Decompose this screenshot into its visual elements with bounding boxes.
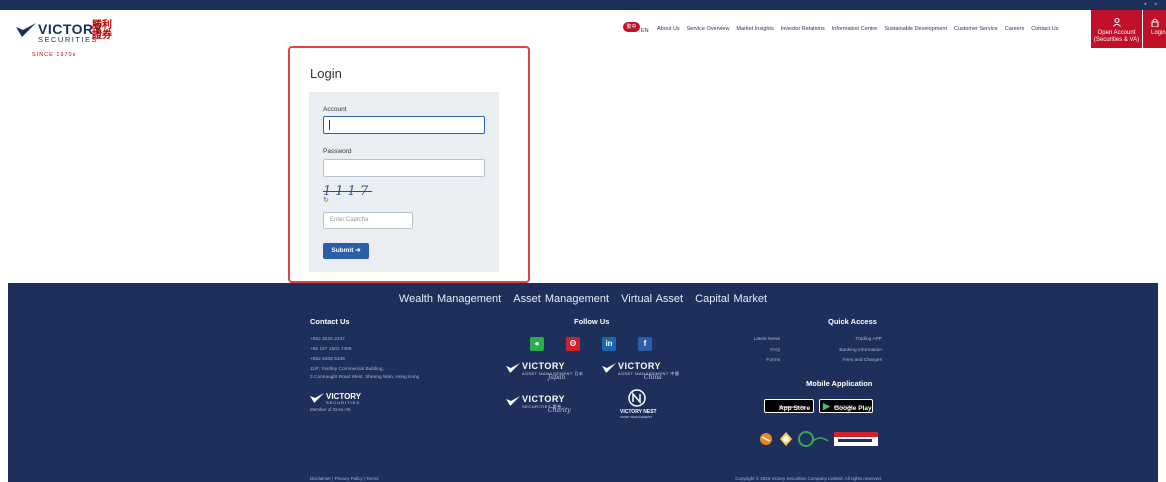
logo-mark-icon [506, 363, 520, 373]
brand-charity[interactable]: VICTORY SECURITIES 證券 Charity [506, 394, 592, 416]
account-input[interactable] [323, 116, 485, 134]
login-label: Login [1151, 30, 1166, 36]
brand-charity-script: Charity [548, 407, 571, 414]
logo-mark-icon [506, 396, 520, 406]
password-input[interactable] [323, 159, 485, 177]
language-label[interactable]: EN [641, 28, 649, 34]
logo-since: SINCE 1970s [32, 52, 77, 58]
logo-subtitle: SECURITIES [38, 35, 99, 44]
google-play-icon: ▶ [823, 401, 830, 411]
open-account-label: Open Account (Securities & VA) [1093, 30, 1140, 43]
brand-victory-nest[interactable]: VICTORY NEST ASSET MANAGEMENT [614, 389, 674, 421]
nav-information-centre[interactable]: Information Centre [832, 26, 878, 32]
contact-phone-2[interactable]: +86 197 1501 7408 [310, 345, 419, 355]
facebook-icon[interactable]: f [638, 337, 652, 351]
open-account-button[interactable]: Open Account (Securities & VA) [1091, 10, 1142, 48]
language-badge[interactable]: 繁中 [623, 22, 640, 32]
brand-china-name: VICTORY [618, 361, 662, 371]
app-store-button[interactable]: Download on the App Store [764, 399, 814, 413]
mobile-app-title: Mobile Application [806, 379, 873, 388]
award-badges-icon [760, 431, 878, 447]
contact-phone-3[interactable]: +852 5408 5438 [310, 355, 419, 365]
captcha-image: 1117 [323, 184, 373, 199]
footer-logo-sub: SECURITIES [326, 400, 361, 405]
linkedin-icon[interactable]: in [602, 337, 616, 351]
account-label: Account [323, 106, 347, 113]
contact-address-1: 11/F, Yardley Commercial Building, [310, 367, 384, 372]
nav-customer-service[interactable]: Customer Service [954, 26, 998, 32]
brand-japan-script: Japan [548, 374, 566, 381]
award-badges [758, 429, 878, 454]
footer-bottom-links[interactable]: Disclaimer | Privacy Policy | Terms [310, 476, 379, 481]
logo-mark-icon [16, 23, 36, 37]
quick-access-left: Latest News FAQ Forms [740, 335, 780, 367]
nav-contact-us[interactable]: Contact Us [1031, 26, 1058, 32]
biz-asset-management[interactable]: Asset Management [513, 293, 609, 305]
login-title: Login [310, 66, 342, 81]
login-form: Account Password 1117 ↻ Enter Captcha Su… [309, 92, 499, 272]
biz-wealth-management[interactable]: Wealth Management [399, 293, 501, 305]
contact-info: +852 2525 2437 +86 197 1501 7408 +852 54… [310, 335, 419, 381]
weibo-icon[interactable]: ʘ [566, 337, 580, 351]
link-latest-news[interactable]: Latest News [740, 335, 780, 346]
brand-china-script: China [644, 374, 662, 381]
top-strip-icons: ▪ ▪ [1144, 1, 1160, 8]
google-play-label: Google Play [834, 405, 872, 412]
user-icon [1113, 18, 1121, 27]
follow-title: Follow Us [574, 317, 610, 326]
submit-button[interactable]: Submit ➔ [323, 243, 369, 259]
brand-china[interactable]: VICTORY ASSET MANAGEMENT 中國 China [602, 361, 688, 383]
link-trading-app[interactable]: Trading APP [806, 335, 882, 346]
quick-access-title: Quick Access [828, 317, 877, 326]
contact-address-2: 3 Connaught Road West, Sheung Wan, Hong … [310, 375, 420, 380]
brand-japan-name: VICTORY [522, 361, 566, 371]
top-strip: ▪ ▪ [0, 0, 1166, 10]
victory-nest-icon [628, 389, 646, 407]
logo-mark-icon [310, 393, 324, 403]
nav-service-overview[interactable]: Service Overview [687, 26, 730, 32]
copyright: Copyright © 2025 Victory Securities Comp… [735, 476, 882, 481]
lock-icon [1151, 18, 1159, 27]
victory-nest-sub: ASSET MANAGEMENT [620, 415, 653, 419]
text-caret [329, 120, 330, 130]
wechat-icon[interactable]: ● [530, 337, 544, 351]
contact-title: Contact Us [310, 317, 350, 326]
contact-phone-1[interactable]: +852 2525 2437 [310, 335, 419, 345]
google-play-button[interactable]: ▶ GET IT ON Google Play [819, 399, 873, 413]
link-fees-and-charges[interactable]: Fees and Charges [806, 356, 882, 367]
site-header: VICTORY SECURITIES 勝利證券 SINCE 1970s 繁中 E… [0, 10, 1166, 58]
brand-japan[interactable]: VICTORY ASSET MANAGEMENT 日本 Japan [506, 361, 592, 383]
nav-careers[interactable]: Careers [1005, 26, 1025, 32]
app-store-label: App Store [779, 405, 811, 412]
nav-investor-relations[interactable]: Investor Relations [781, 26, 825, 32]
login-button[interactable]: Login [1143, 10, 1166, 48]
captcha-input[interactable]: Enter Captcha [323, 212, 413, 229]
brand-charity-name: VICTORY [522, 394, 566, 404]
login-card: Login Account Password 1117 ↻ Enter Capt… [288, 46, 530, 283]
logo-mark-icon [602, 363, 616, 373]
biz-virtual-asset[interactable]: Virtual Asset [621, 293, 683, 305]
link-faq[interactable]: FAQ [740, 346, 780, 357]
biz-capital-market[interactable]: Capital Market [695, 293, 767, 305]
business-lines: Wealth Management Asset Management Virtu… [8, 293, 1158, 305]
site-logo[interactable]: VICTORY SECURITIES 勝利證券 SINCE 1970s [16, 20, 116, 58]
logo-chinese: 勝利證券 [92, 20, 112, 41]
member-text: Member of IDAS.HK [310, 407, 351, 412]
nav-market-insights[interactable]: Market Insights [736, 26, 773, 32]
link-forms[interactable]: Forms [740, 356, 780, 367]
password-label: Password [323, 148, 352, 155]
nav-about-us[interactable]: About Us [657, 26, 680, 32]
quick-access-right: Trading APP Banking Information Fees and… [806, 335, 882, 367]
refresh-captcha-icon[interactable]: ↻ [323, 196, 329, 204]
nav-sustainable-development[interactable]: Sustainable Development [884, 26, 947, 32]
link-banking-information[interactable]: Banking Information [806, 346, 882, 357]
main-nav: About Us Service Overview Market Insight… [657, 26, 1059, 32]
site-footer: Wealth Management Asset Management Virtu… [8, 283, 1158, 482]
